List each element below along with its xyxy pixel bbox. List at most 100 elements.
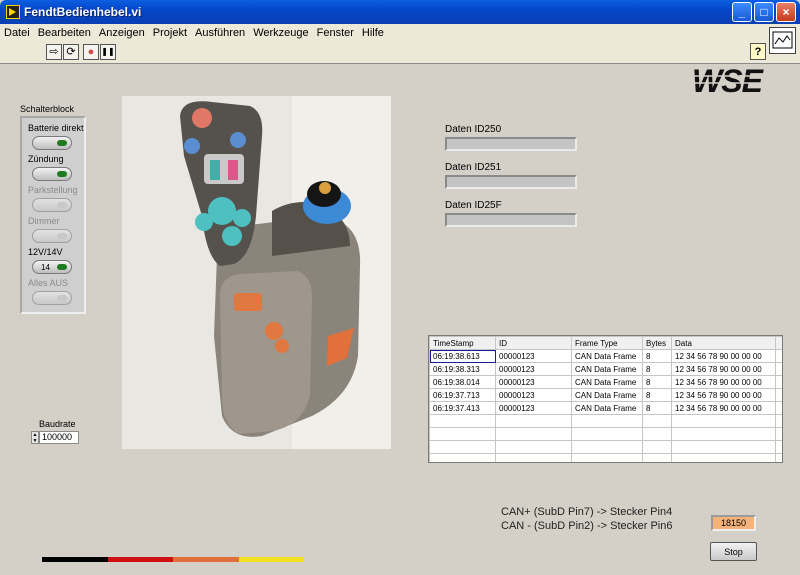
table-cell[interactable]: 12 34 56 78 90 00 00 00: [671, 375, 776, 389]
table-cell[interactable]: 12 34 56 78 90 00 00 00: [671, 362, 776, 376]
table-cell[interactable]: CAN Data Frame: [571, 362, 643, 376]
abort-execution-icon[interactable]: ●: [83, 44, 99, 60]
table-cell[interactable]: [429, 453, 496, 462]
menu-bearbeiten[interactable]: Bearbeiten: [38, 27, 91, 39]
increment-decrement-icon[interactable]: ▲ ▼: [31, 431, 39, 444]
minimize-button[interactable]: _: [732, 2, 752, 22]
table-cell[interactable]: [429, 440, 496, 454]
table-row[interactable]: 06:19:38.014 00000123 CAN Data Frame 8 1…: [429, 375, 782, 389]
table-cell[interactable]: [775, 375, 782, 389]
table-cell[interactable]: CAN Data Frame: [571, 349, 643, 363]
flag-segment-yellow: [238, 557, 304, 562]
switch-batterie-direkt[interactable]: [32, 136, 72, 150]
table-row[interactable]: 06:19:37.413 00000123 CAN Data Frame 8 1…: [429, 401, 782, 415]
table-cell[interactable]: [429, 414, 496, 428]
column-header: Bytes: [642, 336, 672, 350]
table-cell[interactable]: 00000123: [495, 362, 572, 376]
table-cell[interactable]: [775, 427, 782, 441]
menu-fenster[interactable]: Fenster: [317, 27, 354, 39]
table-row[interactable]: [429, 440, 782, 454]
switch-12v14v[interactable]: 14: [32, 260, 72, 274]
daten-id251-field: [445, 175, 577, 189]
table-row[interactable]: [429, 427, 782, 441]
stop-button[interactable]: Stop: [710, 542, 757, 561]
table-cell[interactable]: [775, 388, 782, 402]
context-help-icon[interactable]: ?: [750, 43, 766, 60]
menu-datei[interactable]: Datei: [4, 27, 30, 39]
table-cell[interactable]: [671, 453, 776, 462]
vi-connector-icon: [769, 27, 796, 54]
baudrate-label: Baudrate: [39, 419, 76, 429]
table-cell[interactable]: [571, 440, 643, 454]
switch-zuendung[interactable]: [32, 167, 72, 181]
schalterblock-cluster: Batterie direkt Zündung Parkstellung Dim…: [20, 116, 86, 314]
table-cell[interactable]: 8: [642, 349, 672, 363]
menu-anzeigen[interactable]: Anzeigen: [99, 27, 145, 39]
table-cell[interactable]: 12 34 56 78 90 00 00 00: [671, 349, 776, 363]
table-cell[interactable]: [775, 349, 782, 363]
table-cell[interactable]: [642, 427, 672, 441]
table-row[interactable]: [429, 453, 782, 462]
table-cell[interactable]: [775, 362, 782, 376]
menu-projekt[interactable]: Projekt: [153, 27, 187, 39]
table-cell[interactable]: [671, 440, 776, 454]
table-cell[interactable]: 8: [642, 362, 672, 376]
maximize-button[interactable]: □: [754, 2, 774, 22]
table-cell[interactable]: 8: [642, 375, 672, 389]
table-cell[interactable]: CAN Data Frame: [571, 375, 643, 389]
table-cell[interactable]: [642, 414, 672, 428]
table-row[interactable]: [429, 414, 782, 428]
menu-ausfuehren[interactable]: Ausführen: [195, 27, 245, 39]
table-cell[interactable]: [775, 453, 782, 462]
table-cell[interactable]: 00000123: [495, 401, 572, 415]
run-arrow-icon[interactable]: ⇨: [46, 44, 62, 60]
table-cell[interactable]: [775, 414, 782, 428]
switch-dimmer[interactable]: [32, 229, 72, 243]
table-cell[interactable]: 8: [642, 401, 672, 415]
table-cell[interactable]: 00000123: [495, 388, 572, 402]
led-indicator: [57, 140, 67, 146]
menu-hilfe[interactable]: Hilfe: [362, 27, 384, 39]
table-cell[interactable]: [775, 440, 782, 454]
table-cell[interactable]: 06:19:38.313: [429, 362, 496, 376]
table-cell[interactable]: [671, 414, 776, 428]
table-row[interactable]: 06:19:38.313 00000123 CAN Data Frame 8 1…: [429, 362, 782, 376]
table-cell[interactable]: 00000123: [495, 375, 572, 389]
table-cell[interactable]: [642, 440, 672, 454]
table-cell[interactable]: 06:19:37.713: [429, 388, 496, 402]
table-cell[interactable]: [571, 453, 643, 462]
table-cell[interactable]: 06:19:38.014: [429, 375, 496, 389]
table-cell[interactable]: CAN Data Frame: [571, 388, 643, 402]
switch-12v14v-value: 14: [41, 263, 50, 272]
can-frame-table[interactable]: TimeStamp ID Frame Type Bytes Data 06:19…: [428, 335, 783, 463]
table-cell[interactable]: [495, 427, 572, 441]
table-cell[interactable]: [671, 427, 776, 441]
switch-alles-aus[interactable]: [32, 291, 72, 305]
menu-werkzeuge[interactable]: Werkzeuge: [253, 27, 308, 39]
table-cell[interactable]: 8: [642, 388, 672, 402]
table-cell[interactable]: [642, 453, 672, 462]
baudrate-value[interactable]: 100000: [39, 431, 79, 444]
table-row[interactable]: 06:19:38.613 00000123 CAN Data Frame 8 1…: [429, 349, 782, 363]
table-cell[interactable]: CAN Data Frame: [571, 401, 643, 415]
run-continuously-icon[interactable]: ⟳: [63, 44, 79, 60]
baudrate-control[interactable]: ▲ ▼ 100000: [31, 431, 79, 444]
table-cell[interactable]: [571, 427, 643, 441]
table-cell[interactable]: 12 34 56 78 90 00 00 00: [671, 401, 776, 415]
switch-alles-aus-label: Alles AUS: [28, 278, 69, 288]
table-cell[interactable]: 06:19:38.613: [429, 349, 496, 363]
switch-parkstellung[interactable]: [32, 198, 72, 212]
table-cell[interactable]: [429, 427, 496, 441]
table-cell[interactable]: [495, 414, 572, 428]
schalterblock-label: Schalterblock: [20, 104, 75, 114]
table-cell[interactable]: [495, 440, 572, 454]
close-button[interactable]: ×: [776, 2, 796, 22]
table-cell[interactable]: 00000123: [495, 349, 572, 363]
table-row[interactable]: 06:19:37.713 00000123 CAN Data Frame 8 1…: [429, 388, 782, 402]
table-cell[interactable]: [775, 401, 782, 415]
table-cell[interactable]: [571, 414, 643, 428]
table-cell[interactable]: 12 34 56 78 90 00 00 00: [671, 388, 776, 402]
table-cell[interactable]: 06:19:37.413: [429, 401, 496, 415]
table-cell[interactable]: [495, 453, 572, 462]
pause-icon[interactable]: ❚❚: [100, 44, 116, 60]
